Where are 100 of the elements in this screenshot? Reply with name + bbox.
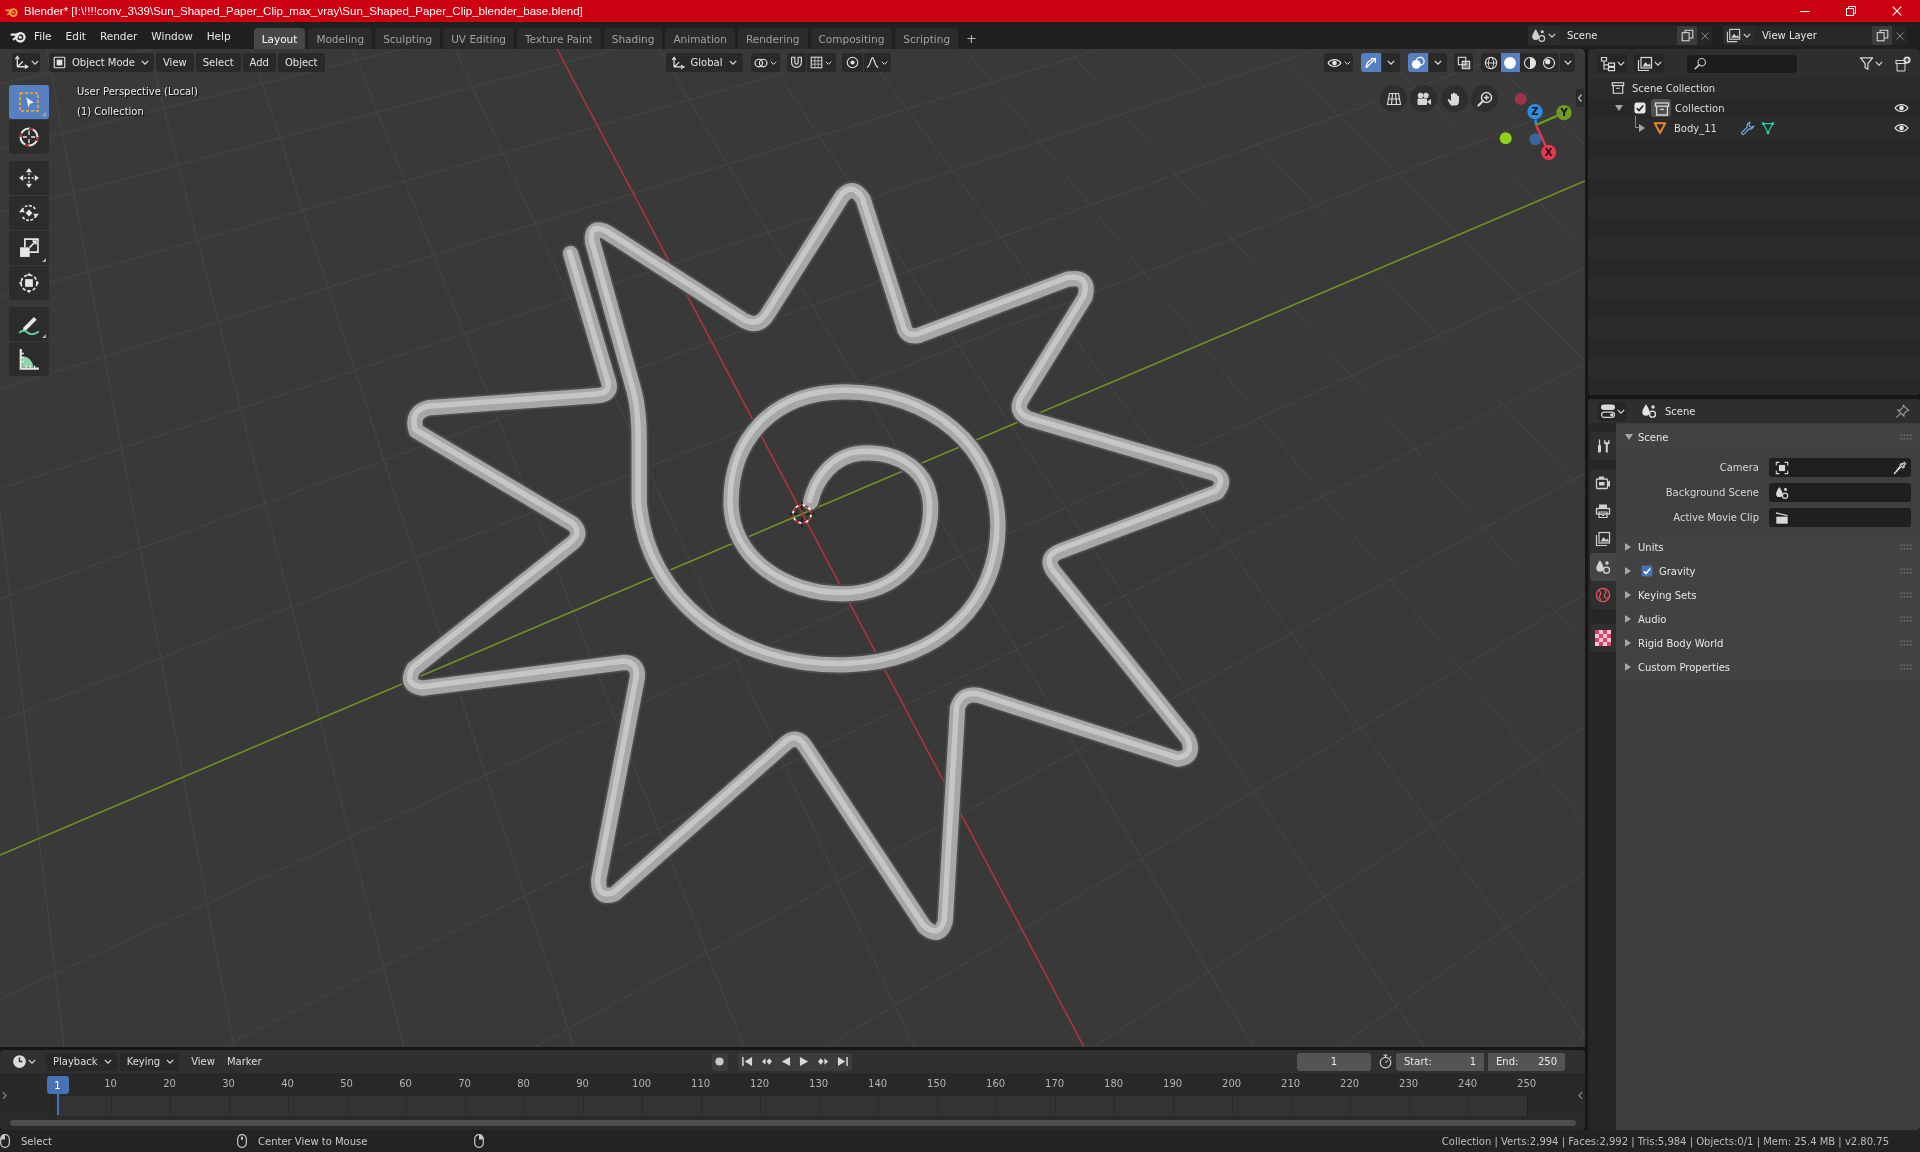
panel-header[interactable]: Gravity [1616, 559, 1920, 583]
wireframe-shading-button[interactable] [1481, 53, 1501, 72]
snap-target-dropdown[interactable] [806, 53, 836, 72]
disclosure-triangle-icon[interactable] [1625, 639, 1631, 647]
ortho-toggle-button[interactable] [1380, 85, 1407, 112]
menu-item[interactable]: Object [277, 53, 325, 72]
negative-axis-handle[interactable] [1499, 132, 1512, 145]
transform-tool[interactable] [9, 266, 49, 300]
axis-handle[interactable]: Z [1527, 104, 1543, 120]
menu-item[interactable]: Render [92, 25, 145, 46]
disclosure-triangle-icon[interactable] [1625, 543, 1631, 551]
workspace-tab[interactable]: Scripting [895, 28, 959, 49]
disclosure-triangle-icon[interactable] [1625, 567, 1631, 575]
search-field[interactable] [1687, 54, 1797, 73]
pivot-dropdown[interactable] [750, 53, 780, 72]
menu-item[interactable]: Edit [58, 25, 93, 46]
view-layer-selector-button[interactable] [1723, 26, 1754, 45]
disclosure-triangle-icon[interactable] [1625, 615, 1631, 623]
wrench-icon[interactable] [1739, 120, 1755, 136]
cursor-tool[interactable] [9, 120, 49, 154]
editor-type-button[interactable] [12, 53, 40, 72]
minimize-icon[interactable] [1800, 10, 1810, 12]
workspace-tab[interactable]: Texture Paint [516, 28, 601, 49]
camera-view-button[interactable] [1410, 85, 1438, 112]
panel-header[interactable]: Units [1616, 535, 1920, 559]
collection-box-icon[interactable] [1651, 99, 1671, 117]
outliner-item-label[interactable]: Body_11 [1674, 122, 1717, 134]
chevron-left-icon[interactable] [1578, 1091, 1583, 1100]
gizmos-toggle[interactable] [1361, 53, 1381, 72]
outliner-item-label[interactable]: Collection [1675, 102, 1725, 114]
grip-icon[interactable] [1900, 592, 1912, 598]
xray-toggle[interactable] [1454, 53, 1473, 72]
menu-item[interactable]: Help [199, 25, 238, 46]
disclosure-triangle-icon[interactable] [1615, 105, 1623, 111]
workspace-tab[interactable]: Compositing [810, 28, 893, 49]
menu-item[interactable]: View [191, 1052, 215, 1071]
menu-item[interactable]: Add [242, 53, 276, 72]
grip-icon[interactable] [1900, 434, 1912, 440]
menu-dropdown[interactable]: Keying [119, 1052, 180, 1071]
eye-icon[interactable] [1894, 103, 1909, 113]
overlays-toggle[interactable] [1408, 53, 1428, 72]
restore-icon[interactable] [1846, 6, 1856, 16]
mode-dropdown[interactable]: Object Mode [49, 53, 154, 72]
disclosure-triangle-icon[interactable] [1639, 124, 1645, 132]
disclosure-triangle-icon[interactable] [1625, 434, 1633, 440]
grip-icon[interactable] [1900, 616, 1912, 622]
chevron-right-icon[interactable] [2, 1091, 7, 1100]
add-workspace-button[interactable]: + [962, 28, 981, 49]
horizontal-scrollbar[interactable] [10, 1120, 1576, 1126]
eye-icon[interactable] [1894, 123, 1909, 133]
disclosure-triangle-icon[interactable] [1625, 591, 1631, 599]
menu-item[interactable]: Select [195, 53, 241, 72]
workspace-tab[interactable]: Animation [665, 28, 735, 49]
stopwatch-icon[interactable] [1378, 1054, 1393, 1069]
end-frame-field[interactable]: End: 250 [1488, 1052, 1565, 1071]
panel-header[interactable]: Scene [1616, 425, 1920, 449]
scale-tool[interactable] [9, 231, 49, 265]
snap-toggle[interactable] [786, 53, 806, 72]
grip-icon[interactable] [1900, 568, 1912, 574]
current-frame-field[interactable]: 1 [1297, 1052, 1371, 1071]
pan-button[interactable] [1440, 85, 1468, 112]
properties-tab[interactable] [1590, 553, 1616, 581]
mesh-triangle-icon[interactable] [1760, 121, 1775, 135]
axis-handle[interactable]: Y [1556, 105, 1572, 121]
view-layer-name-field[interactable]: View Layer [1754, 26, 1872, 45]
material-shading-button[interactable] [1520, 53, 1540, 72]
workspace-tab[interactable]: Sculpting [375, 28, 441, 49]
grip-icon[interactable] [1900, 640, 1912, 646]
workspace-tab[interactable]: UV Editing [443, 28, 514, 49]
new-collection-icon[interactable] [1895, 55, 1911, 72]
menu-item[interactable]: View [156, 53, 194, 72]
visibility-dropdown[interactable] [1324, 53, 1353, 72]
close-icon[interactable] [1892, 6, 1902, 16]
rotate-tool[interactable] [9, 196, 49, 230]
dropdown-button[interactable] [1382, 53, 1400, 72]
checkbox[interactable] [1634, 102, 1646, 114]
negative-axis-handle[interactable] [1529, 133, 1542, 146]
workspace-tab[interactable]: Layout [253, 28, 306, 49]
workspace-tab[interactable]: Shading [603, 28, 663, 49]
dropdown-button[interactable] [1429, 53, 1447, 72]
eyedropper-icon[interactable] [1893, 460, 1907, 475]
panel-header[interactable]: Custom Properties [1616, 655, 1920, 679]
movie-clip-field[interactable] [1769, 508, 1911, 527]
outliner-item-label[interactable]: Scene Collection [1632, 82, 1716, 94]
display-mode-button[interactable] [1634, 54, 1664, 73]
remove-button[interactable] [1892, 26, 1907, 45]
editor-type-button[interactable] [10, 1052, 37, 1071]
pin-icon[interactable] [1895, 403, 1910, 419]
disclosure-triangle-icon[interactable] [1625, 663, 1631, 671]
auto-keying-button[interactable] [711, 1052, 728, 1071]
editor-type-button[interactable] [1598, 401, 1626, 421]
proportional-editing-toggle[interactable] [841, 53, 863, 72]
dropdown-button[interactable] [1560, 53, 1575, 72]
negative-axis-handle[interactable] [1514, 93, 1527, 105]
zoom-button[interactable] [1471, 85, 1499, 112]
sidebar-toggle-icon[interactable] [1576, 89, 1584, 107]
falloff-dropdown[interactable] [863, 53, 891, 72]
workspace-tab[interactable]: Modeling [308, 28, 373, 49]
grip-icon[interactable] [1900, 664, 1912, 670]
copy-button[interactable] [1872, 26, 1892, 45]
